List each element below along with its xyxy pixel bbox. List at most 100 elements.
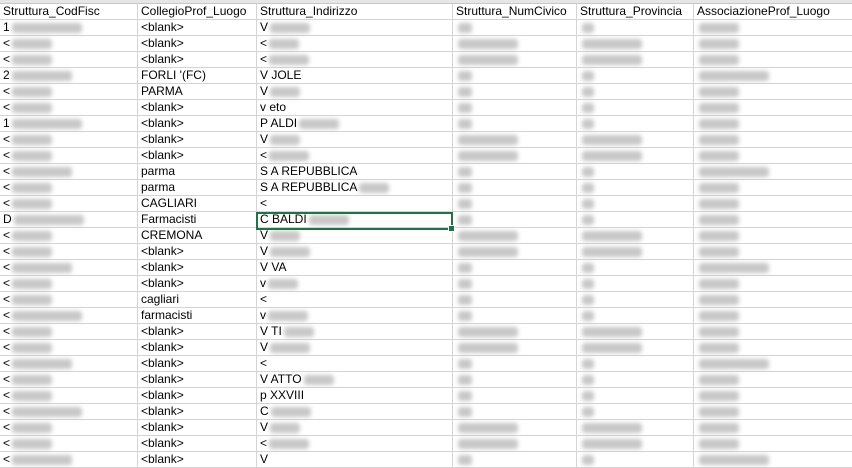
table-cell[interactable]: V VA [257, 260, 453, 276]
table-cell[interactable]: V [257, 452, 453, 468]
table-cell[interactable] [577, 36, 694, 52]
table-cell[interactable]: V [257, 340, 453, 356]
table-cell[interactable] [694, 388, 852, 404]
table-cell[interactable]: < [0, 388, 138, 404]
table-cell[interactable]: V [257, 228, 453, 244]
table-cell[interactable]: 2 [0, 68, 138, 84]
table-cell[interactable]: S A REPUBBLICA [257, 164, 453, 180]
table-cell[interactable] [694, 260, 852, 276]
table-cell[interactable] [577, 356, 694, 372]
table-cell[interactable] [453, 404, 577, 420]
table-cell[interactable] [694, 244, 852, 260]
table-cell[interactable] [577, 420, 694, 436]
table-cell[interactable] [694, 52, 852, 68]
table-row[interactable]: < <blank> p XXVIII [0, 388, 852, 404]
table-cell[interactable] [453, 308, 577, 324]
table-cell[interactable] [577, 388, 694, 404]
table-row[interactable]: < parma S A REPUBBLICA [0, 180, 852, 196]
table-cell[interactable] [577, 164, 694, 180]
table-cell[interactable] [694, 100, 852, 116]
table-row[interactable]: < <blank> v [0, 276, 852, 292]
table-cell[interactable] [453, 148, 577, 164]
table-cell[interactable] [694, 404, 852, 420]
table-cell[interactable]: <blank> [138, 132, 257, 148]
table-cell[interactable]: < [0, 132, 138, 148]
table-cell[interactable] [577, 52, 694, 68]
table-row[interactable]: < <blank> V VA [0, 260, 852, 276]
table-cell[interactable] [453, 388, 577, 404]
table-cell[interactable]: <blank> [138, 244, 257, 260]
table-row[interactable]: < PARMA V [0, 84, 852, 100]
table-cell[interactable]: farmacisti [138, 308, 257, 324]
table-cell[interactable] [694, 36, 852, 52]
table-cell[interactable] [453, 132, 577, 148]
table-cell[interactable] [453, 276, 577, 292]
table-cell[interactable] [577, 116, 694, 132]
table-cell[interactable] [577, 244, 694, 260]
table-cell[interactable]: < [0, 356, 138, 372]
table-cell[interactable] [694, 164, 852, 180]
table-cell[interactable]: v [257, 276, 453, 292]
table-row[interactable]: < <blank> < [0, 36, 852, 52]
table-cell[interactable] [453, 164, 577, 180]
table-row[interactable]: 1 <blank> P ALDI [0, 116, 852, 132]
table-cell[interactable]: < [257, 52, 453, 68]
table-row[interactable]: < <blank> < [0, 436, 852, 452]
table-cell[interactable] [453, 68, 577, 84]
table-cell[interactable] [694, 116, 852, 132]
table-cell[interactable] [577, 276, 694, 292]
table-cell[interactable]: 1 [0, 20, 138, 36]
table-cell[interactable]: V [257, 132, 453, 148]
table-cell[interactable] [453, 372, 577, 388]
table-cell[interactable]: < [0, 100, 138, 116]
table-cell[interactable]: <blank> [138, 356, 257, 372]
table-cell[interactable] [577, 100, 694, 116]
table-cell[interactable] [577, 196, 694, 212]
table-cell[interactable]: < [257, 356, 453, 372]
table-cell[interactable]: V [257, 20, 453, 36]
table-row[interactable]: < <blank> V [0, 420, 852, 436]
table-cell[interactable]: <blank> [138, 436, 257, 452]
table-cell[interactable] [453, 180, 577, 196]
header-cell[interactable]: Struttura_Indirizzo [257, 4, 453, 20]
table-cell[interactable]: FORLI '(FC) [138, 68, 257, 84]
table-cell[interactable]: < [0, 308, 138, 324]
table-cell[interactable]: < [257, 436, 453, 452]
table-cell[interactable] [694, 148, 852, 164]
table-cell[interactable] [694, 196, 852, 212]
table-cell[interactable] [577, 372, 694, 388]
table-cell[interactable]: < [0, 84, 138, 100]
table-cell[interactable] [577, 260, 694, 276]
table-cell[interactable]: < [257, 196, 453, 212]
table-row[interactable]: < parma S A REPUBBLICA [0, 164, 852, 180]
table-cell[interactable] [453, 228, 577, 244]
table-cell[interactable]: < [257, 292, 453, 308]
table-cell[interactable]: v eto [257, 100, 453, 116]
table-cell[interactable]: < [257, 148, 453, 164]
table-cell[interactable]: V [257, 84, 453, 100]
table-cell[interactable]: < [0, 36, 138, 52]
table-cell[interactable] [453, 20, 577, 36]
table-cell[interactable] [453, 84, 577, 100]
table-cell[interactable]: < [257, 36, 453, 52]
header-cell[interactable]: Struttura_CodFisc [0, 4, 138, 20]
table-cell[interactable] [453, 452, 577, 468]
table-cell[interactable] [453, 116, 577, 132]
table-cell[interactable] [453, 340, 577, 356]
table-row[interactable]: < <blank> < [0, 52, 852, 68]
header-cell[interactable]: Struttura_Provincia [577, 4, 694, 20]
table-cell[interactable]: 1 [0, 116, 138, 132]
header-cell[interactable]: Struttura_NumCivico [453, 4, 577, 20]
table-cell[interactable] [577, 20, 694, 36]
table-row[interactable]: < <blank> V ATTO [0, 372, 852, 388]
table-cell[interactable] [694, 132, 852, 148]
table-cell[interactable] [577, 84, 694, 100]
table-cell[interactable] [694, 20, 852, 36]
table-cell[interactable]: PARMA [138, 84, 257, 100]
table-row[interactable]: < <blank> V [0, 340, 852, 356]
table-cell[interactable]: V TI [257, 324, 453, 340]
table-row[interactable]: < <blank> V [0, 244, 852, 260]
table-cell[interactable] [577, 292, 694, 308]
table-cell[interactable] [577, 148, 694, 164]
table-cell[interactable] [577, 452, 694, 468]
